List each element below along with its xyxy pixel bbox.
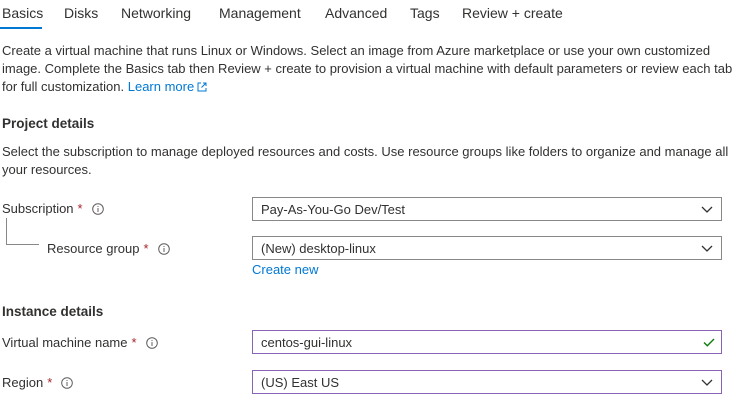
vm-name-input[interactable]: centos-gui-linux xyxy=(252,330,722,354)
tab-disks[interactable]: Disks xyxy=(64,5,98,21)
subscription-value: Pay-As-You-Go Dev/Test xyxy=(261,201,406,217)
resource-group-label: Resource group * xyxy=(47,241,170,256)
region-dropdown[interactable]: (US) East US xyxy=(252,370,722,394)
vm-name-value: centos-gui-linux xyxy=(261,334,353,350)
required-marker: * xyxy=(143,241,149,256)
resource-group-value: (New) desktop-linux xyxy=(261,240,376,256)
info-icon[interactable] xyxy=(145,336,158,349)
project-details-description: Select the subscription to manage deploy… xyxy=(2,144,729,177)
tab-tags[interactable]: Tags xyxy=(410,5,440,21)
subscription-dropdown[interactable]: Pay-As-You-Go Dev/Test xyxy=(252,197,722,221)
learn-more-link[interactable]: Learn more xyxy=(128,79,207,94)
info-icon[interactable] xyxy=(157,242,170,255)
create-new-link[interactable]: Create new xyxy=(252,262,318,277)
info-icon[interactable] xyxy=(91,202,104,215)
active-tab-indicator xyxy=(0,27,42,29)
tree-connector-horizontal xyxy=(6,244,39,245)
intro-text: Create a virtual machine that runs Linux… xyxy=(2,43,733,94)
subscription-label: Subscription * xyxy=(2,201,104,216)
external-link-icon xyxy=(197,82,207,92)
vm-name-label: Virtual machine name * xyxy=(2,335,158,350)
tab-bar: Basics Disks Networking Management Advan… xyxy=(0,0,747,30)
tab-networking[interactable]: Networking xyxy=(121,5,191,21)
info-icon[interactable] xyxy=(61,376,74,389)
instance-details-heading: Instance details xyxy=(2,304,104,319)
resource-group-dropdown[interactable]: (New) desktop-linux xyxy=(252,236,722,260)
tab-advanced[interactable]: Advanced xyxy=(325,5,387,21)
chevron-down-icon xyxy=(701,245,713,252)
tab-basics[interactable]: Basics xyxy=(2,5,43,21)
tree-connector-vertical xyxy=(6,218,7,244)
tab-management[interactable]: Management xyxy=(219,5,301,21)
checkmark-icon xyxy=(703,338,715,347)
region-value: (US) East US xyxy=(261,374,340,390)
intro-description: Create a virtual machine that runs Linux… xyxy=(2,42,737,96)
required-marker: * xyxy=(47,375,53,390)
chevron-down-icon xyxy=(701,206,713,213)
required-marker: * xyxy=(77,201,83,216)
chevron-down-icon xyxy=(701,379,713,386)
tab-review-create[interactable]: Review + create xyxy=(462,5,563,21)
required-marker: * xyxy=(131,335,137,350)
project-details-heading: Project details xyxy=(2,116,95,131)
region-label: Region * xyxy=(2,375,74,390)
